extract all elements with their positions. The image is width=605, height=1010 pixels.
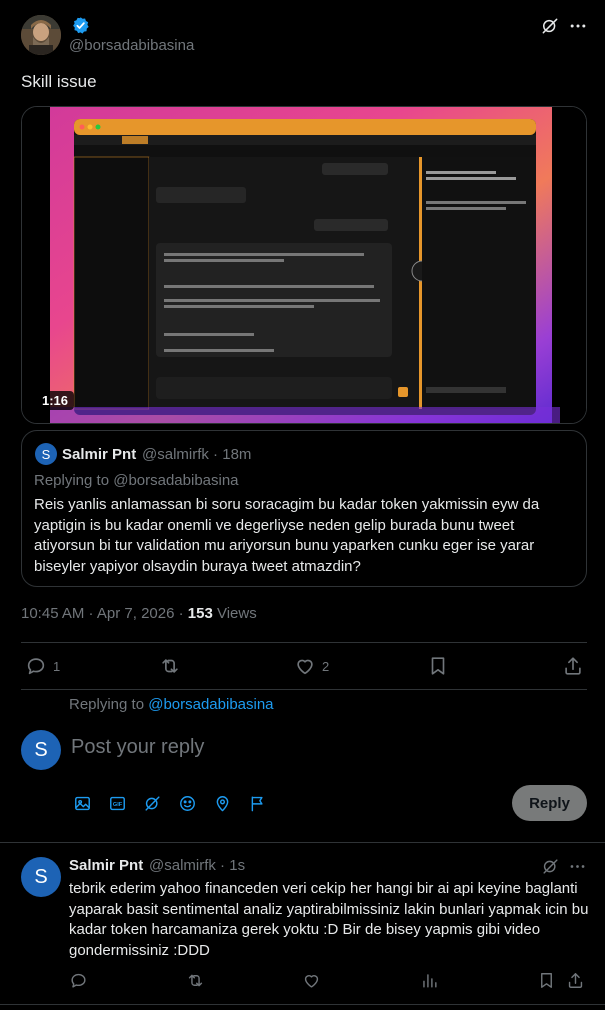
reply-more-icon[interactable]: [568, 857, 587, 876]
divider: [21, 689, 587, 690]
reply-action[interactable]: 1: [25, 655, 60, 677]
reply-retweet-action[interactable]: [186, 971, 205, 990]
like-action[interactable]: 2: [294, 655, 329, 677]
reply-text: tebrik ederim yahoo financeden veri ceki…: [69, 880, 589, 959]
quote-replying-to: Replying to @borsadabibasina: [34, 472, 239, 489]
retweet-action[interactable]: [159, 655, 181, 677]
reply-author-handle: @salmirfk · 1s: [149, 857, 246, 874]
location-icon[interactable]: [213, 794, 232, 813]
reply-grok-icon[interactable]: [541, 857, 560, 876]
views-count: 153: [187, 605, 213, 622]
quote-avatar[interactable]: S: [35, 443, 57, 465]
compose-replying-to: Replying to @borsadabibasina: [69, 696, 274, 713]
retweet-icon: [162, 659, 178, 673]
share-action[interactable]: [562, 655, 584, 677]
emoji-icon[interactable]: [178, 794, 197, 813]
author-avatar-image: [21, 15, 61, 55]
retweet-icon: [188, 974, 203, 987]
compose-toolbar: GIF: [73, 794, 267, 813]
image-icon[interactable]: [73, 794, 92, 813]
compose-replying-prefix: Replying to: [69, 696, 149, 713]
reply-input[interactable]: [71, 736, 531, 759]
tweet-meta: 10:45 AM · Apr 7, 2026 · 153 Views: [21, 605, 257, 622]
compose-avatar[interactable]: S: [21, 730, 61, 770]
analytics-icon: [423, 974, 437, 988]
quote-replying-prefix: Replying to: [34, 472, 114, 489]
author-handle[interactable]: @borsadabibasina: [69, 37, 194, 54]
reply-views-action[interactable]: [420, 971, 439, 990]
more-options-icon[interactable]: [568, 16, 588, 36]
compose-replying-handle[interactable]: @borsadabibasina: [148, 696, 273, 713]
reply-button[interactable]: Reply: [512, 785, 587, 821]
quote-text: Reis yanlis anlamassan bi soru soracagim…: [34, 496, 540, 575]
tweet-timestamp[interactable]: 10:45 AM · Apr 7, 2026 ·: [21, 605, 188, 622]
like-count: 2: [322, 658, 330, 674]
quote-author-handle: @salmirfk · 18m: [142, 446, 252, 463]
grok-icon[interactable]: [540, 16, 560, 36]
heart-icon: [304, 975, 319, 988]
reply-share-action[interactable]: [566, 971, 585, 990]
bookmark-icon: [541, 973, 552, 988]
author-avatar[interactable]: [21, 15, 61, 55]
reply-avatar[interactable]: S: [21, 857, 61, 897]
reply-author-name[interactable]: Salmir Pnt: [69, 857, 143, 874]
heart-icon: [297, 659, 313, 675]
bookmark-action[interactable]: [427, 655, 449, 677]
svg-text:GIF: GIF: [113, 802, 123, 808]
reply-reply-action[interactable]: [69, 971, 88, 990]
divider: [0, 842, 605, 843]
quote-replying-handle[interactable]: @borsadabibasina: [113, 472, 238, 489]
views-label: Views: [212, 605, 257, 622]
reply-icon: [27, 658, 45, 675]
share-icon: [568, 973, 583, 988]
gif-icon[interactable]: GIF: [108, 794, 127, 813]
video-frame: [22, 107, 586, 423]
flag-icon[interactable]: [248, 794, 267, 813]
divider: [21, 642, 587, 643]
verified-badge-icon: [71, 16, 90, 35]
divider: [0, 1004, 605, 1005]
grok-icon[interactable]: [143, 794, 162, 813]
video-player[interactable]: [21, 106, 587, 424]
video-duration: 1:16: [36, 391, 75, 410]
bookmark-icon: [431, 657, 445, 675]
reply-count: 1: [53, 658, 61, 674]
reply-like-action[interactable]: [302, 971, 321, 990]
reply-bookmark-action[interactable]: [537, 971, 556, 990]
tweet-text: Skill issue: [21, 72, 97, 91]
quoted-tweet[interactable]: S Salmir Pnt @salmirfk · 18m Replying to…: [21, 430, 587, 587]
share-icon: [565, 657, 581, 675]
quote-author-name[interactable]: Salmir Pnt: [62, 446, 136, 463]
reply-icon: [71, 973, 86, 988]
